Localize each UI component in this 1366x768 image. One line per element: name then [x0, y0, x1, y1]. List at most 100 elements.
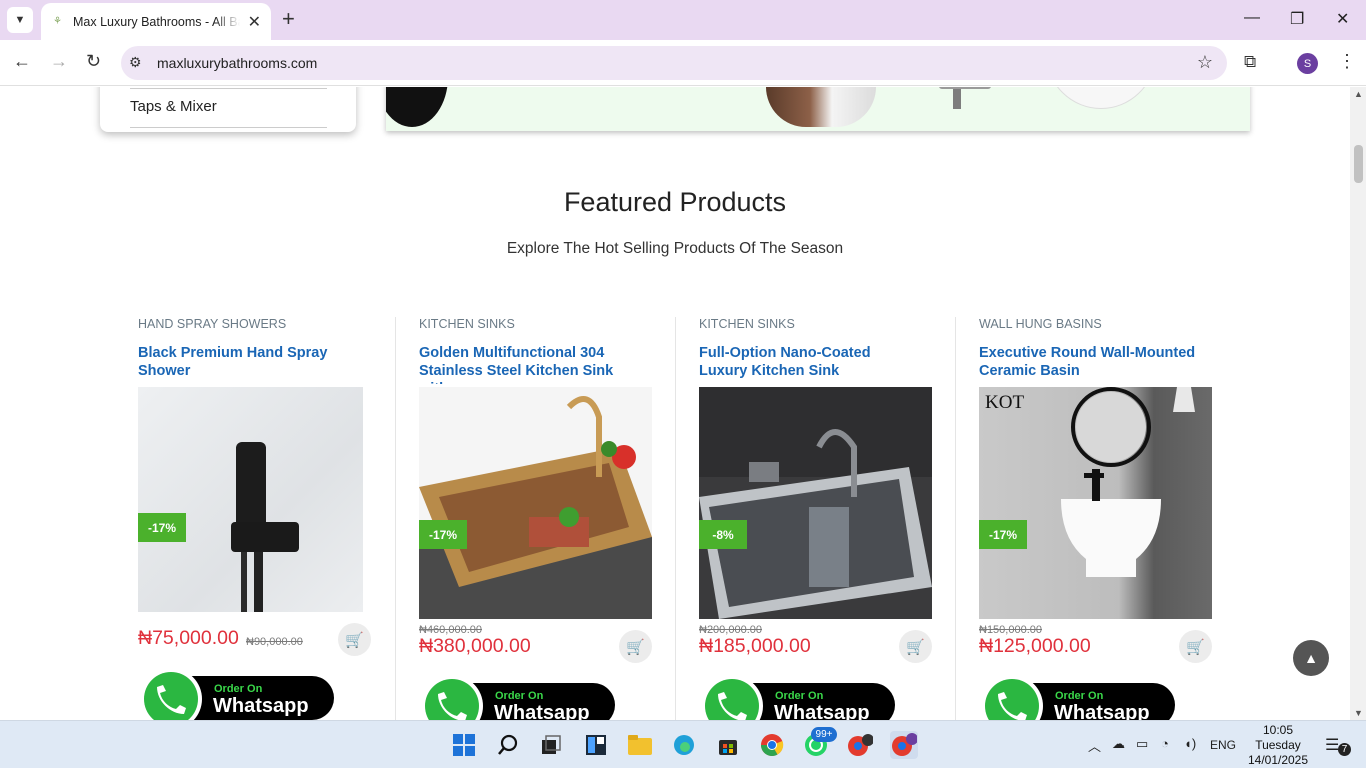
site-favicon-icon: ⚘ — [53, 16, 62, 27]
volume-icon[interactable]: ◖) — [1184, 736, 1196, 751]
tab-search-button[interactable]: ▼ — [7, 7, 33, 33]
discount-badge: -17% — [138, 513, 186, 542]
clock-time: 10:05 — [1262, 723, 1294, 737]
whatsapp-label-text: Whatsapp — [1054, 702, 1150, 720]
bookmark-star-icon[interactable]: ☆ — [1197, 52, 1213, 73]
product-image[interactable] — [419, 387, 652, 619]
store-icon[interactable] — [714, 731, 742, 759]
cart-icon: 🛒 — [906, 638, 925, 656]
product-card: KITCHEN SINKS Full-Option Nano-Coated Lu… — [675, 317, 955, 720]
nano-sink-image — [699, 387, 932, 619]
tab-title: Max Luxury Bathrooms - All Bathroom — [73, 14, 240, 29]
url-text[interactable]: maxluxurybathrooms.com — [157, 55, 317, 71]
product-card: KITCHEN SINKS Golden Multifunctional 304… — [395, 317, 675, 720]
product-image[interactable] — [699, 387, 932, 619]
product-name[interactable]: Executive Round Wall-Mounted Ceramic Bas… — [979, 344, 1199, 384]
product-category[interactable]: WALL HUNG BASINS — [979, 317, 1102, 331]
chevron-down-icon: ▼ — [14, 14, 26, 26]
banner-person-image — [766, 87, 876, 127]
clock-date: 14/01/2025 — [1247, 753, 1309, 767]
windows-start-icon[interactable] — [450, 731, 478, 759]
whatsapp-order-button[interactable]: Order On Whatsapp — [979, 674, 1175, 720]
product-category[interactable]: KITCHEN SINKS — [699, 317, 795, 331]
cart-icon: 🛒 — [1186, 638, 1205, 656]
product-name[interactable]: Full-Option Nano-Coated Luxury Kitchen S… — [699, 344, 919, 384]
close-window-icon[interactable]: ✕ — [1336, 9, 1349, 29]
product-image[interactable]: KOT — [979, 387, 1212, 619]
menu-dots-icon[interactable]: ⋮ — [1338, 51, 1356, 72]
chrome-profile-icon[interactable] — [846, 731, 874, 759]
task-view-icon[interactable] — [537, 731, 565, 759]
product-category[interactable]: HAND SPRAY SHOWERS — [138, 317, 286, 331]
restore-icon[interactable]: ❐ — [1290, 9, 1304, 29]
back-to-top-button[interactable]: ▲ — [1293, 640, 1329, 676]
add-to-cart-button[interactable]: 🛒 — [1179, 630, 1212, 663]
product-name[interactable]: Black Premium Hand Spray Shower — [138, 344, 358, 384]
site-info-icon[interactable]: ⚙ — [129, 54, 142, 71]
add-to-cart-button[interactable]: 🛒 — [338, 623, 371, 656]
scrollbar-thumb[interactable] — [1354, 145, 1363, 183]
category-menu: Taps & Mixer — [100, 87, 356, 132]
scroll-up-icon[interactable]: ▲ — [1354, 89, 1363, 99]
product-price: ₦185,000.00 — [699, 635, 811, 657]
edge-browser-icon[interactable] — [670, 731, 698, 759]
chrome-active-icon[interactable] — [890, 731, 918, 759]
notification-count-badge: 7 — [1338, 743, 1351, 756]
wall-basin-image: KOT — [985, 387, 1195, 577]
discount-badge: -8% — [699, 520, 747, 549]
wifi-icon[interactable]: ◔ — [1161, 736, 1169, 751]
banner-sink-image — [1046, 87, 1156, 109]
close-tab-icon[interactable]: ✕ — [248, 12, 261, 32]
whatsapp-order-button[interactable]: Order On Whatsapp — [138, 667, 334, 720]
search-icon[interactable] — [494, 731, 522, 759]
clock-day: Tuesday — [1255, 738, 1301, 752]
chrome-icon[interactable] — [758, 731, 786, 759]
profile-avatar[interactable]: S — [1297, 53, 1318, 74]
browser-tab[interactable]: ⚘ Max Luxury Bathrooms - All Bathroom ✕ — [41, 3, 271, 40]
notification-center-icon[interactable]: ☰ — [1325, 735, 1339, 755]
taskbar: 99+ ︿ ☁ ▭ ◔ ◖) ENG 10:05 Tuesday 14/01/2… — [0, 720, 1366, 768]
product-card: WALL HUNG BASINS Executive Round Wall-Mo… — [955, 317, 1235, 720]
scroll-down-icon[interactable]: ▼ — [1354, 708, 1363, 718]
banner-faucet-image — [939, 87, 991, 109]
tab-strip: ▼ ⚘ Max Luxury Bathrooms - All Bathroom … — [0, 0, 1366, 40]
system-clock[interactable]: 10:05 Tuesday 14/01/2025 — [1240, 723, 1316, 768]
file-explorer-icon[interactable] — [626, 731, 654, 759]
new-tab-button[interactable]: + — [282, 8, 295, 30]
network-sync-icon[interactable]: ☁ — [1112, 736, 1125, 752]
whatsapp-order-on-text: Order On — [1055, 690, 1104, 702]
product-card: HAND SPRAY SHOWERS Black Premium Hand Sp… — [138, 317, 418, 720]
product-category[interactable]: KITCHEN SINKS — [419, 317, 515, 331]
hero-banner[interactable] — [386, 87, 1250, 131]
language-indicator[interactable]: ENG — [1210, 738, 1236, 752]
address-bar[interactable]: ⚙ maxluxurybathrooms.com ☆ — [121, 46, 1227, 80]
whatsapp-order-on-text: Order On — [214, 683, 263, 695]
discount-badge: -17% — [979, 520, 1027, 549]
minimize-icon[interactable]: — — [1244, 9, 1260, 27]
image-brand-text: KOT — [985, 392, 1024, 413]
browser-toolbar: ← → ↻ ⚙ maxluxurybathrooms.com ☆ ⧉ S ⋮ — [0, 40, 1366, 86]
add-to-cart-button[interactable]: 🛒 — [619, 630, 652, 663]
whatsapp-order-button[interactable]: Order On Whatsapp — [419, 674, 615, 720]
forward-icon[interactable]: → — [50, 51, 68, 72]
category-item-taps-mixer[interactable]: Taps & Mixer — [130, 88, 327, 128]
product-image[interactable] — [138, 387, 363, 612]
product-price: ₦125,000.00 — [979, 635, 1091, 657]
hand-spray-image — [231, 442, 299, 612]
product-name[interactable]: Golden Multifunctional 304 Stainless Ste… — [419, 344, 639, 384]
battery-icon[interactable]: ▭ — [1136, 736, 1148, 752]
whatsapp-label-text: Whatsapp — [494, 702, 590, 720]
reload-icon[interactable]: ↻ — [86, 51, 101, 72]
widgets-icon[interactable] — [582, 731, 610, 759]
product-price: ₦380,000.00 — [419, 635, 531, 657]
page-scrollbar[interactable]: ▲ ▼ — [1350, 87, 1366, 720]
back-icon[interactable]: ← — [13, 51, 31, 72]
banner-shape — [386, 87, 448, 127]
whatsapp-order-button[interactable]: Order On Whatsapp — [699, 674, 895, 720]
show-hidden-icons-icon[interactable]: ︿ — [1088, 736, 1101, 755]
section-subtitle: Explore The Hot Selling Products Of The … — [506, 240, 844, 257]
whatsapp-order-on-text: Order On — [495, 690, 544, 702]
add-to-cart-button[interactable]: 🛒 — [899, 630, 932, 663]
extensions-icon[interactable]: ⧉ — [1244, 52, 1256, 72]
whatsapp-label-text: Whatsapp — [213, 695, 309, 717]
